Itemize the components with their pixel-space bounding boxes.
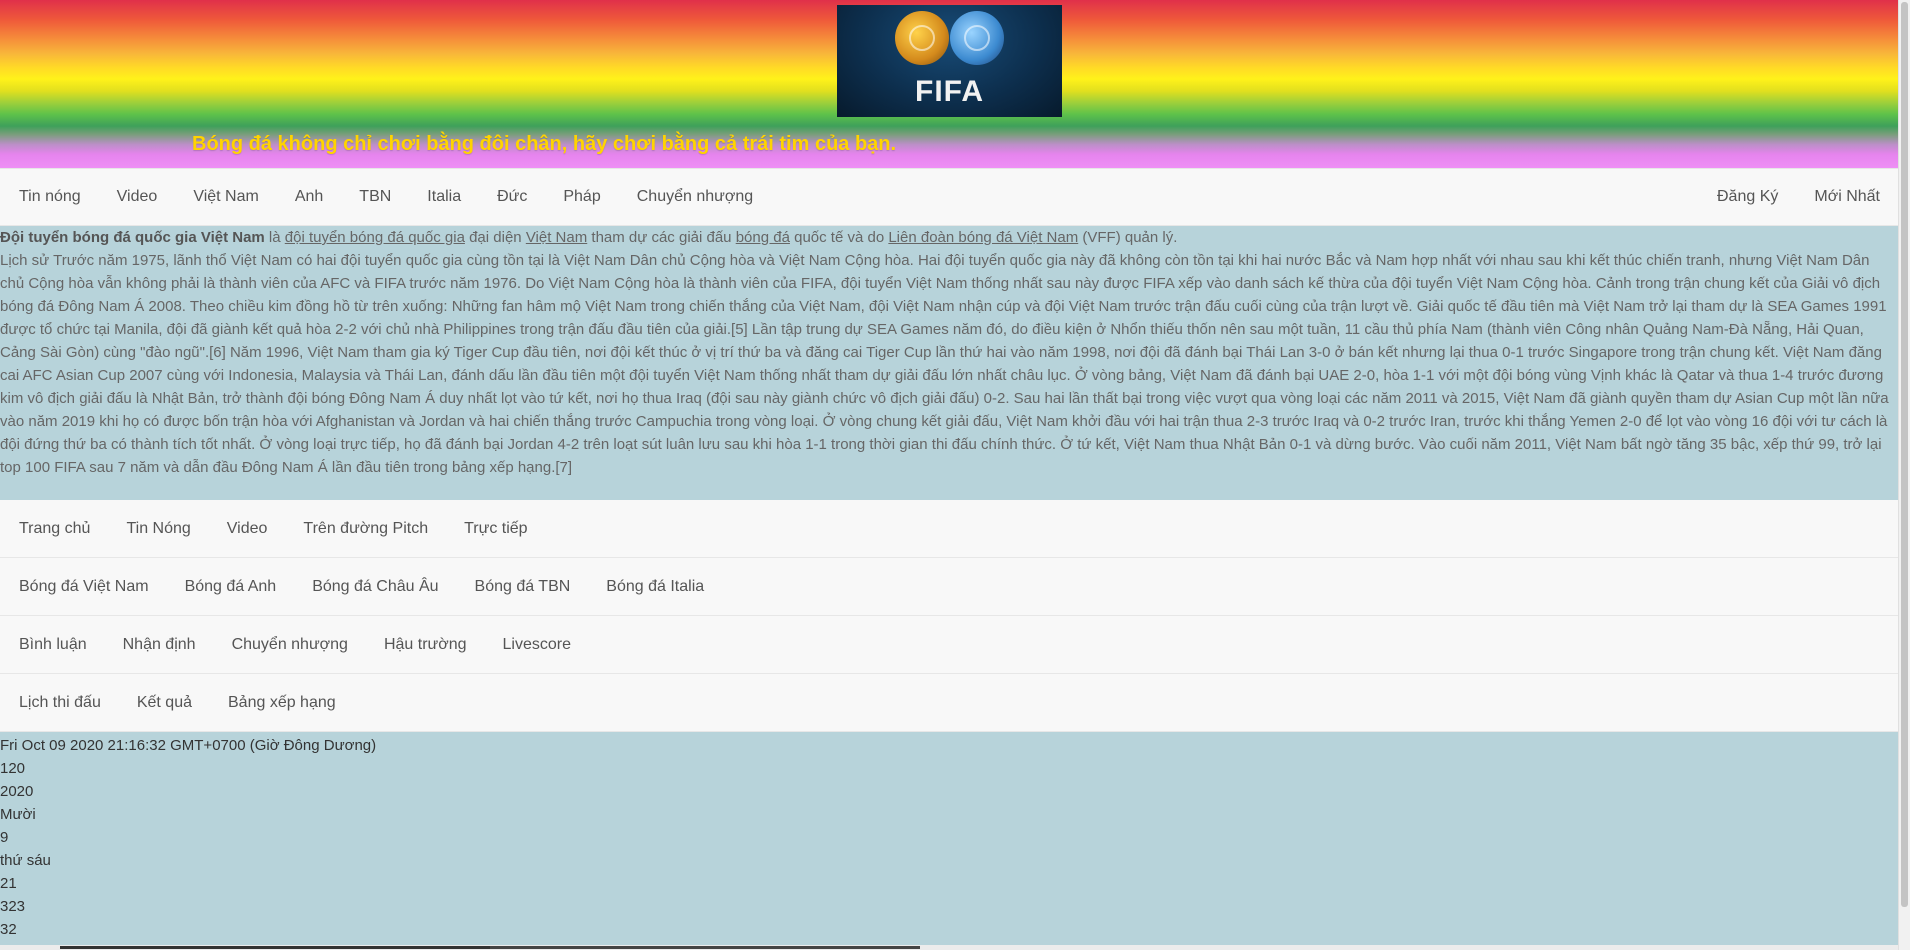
menu-list: Trang chủ Tin Nóng Video Trên đường Pitc… <box>0 520 546 538</box>
menu-list: Bóng đá Việt Nam Bóng đá Anh Bóng đá Châ… <box>0 578 722 596</box>
link-bong-da[interactable]: bóng đá <box>736 229 790 246</box>
menu-row-3: Bình luận Nhận định Chuyển nhượng Hậu tr… <box>0 616 1898 674</box>
nav-left: Tin nóng Video Việt Nam Anh TBN Italia Đ… <box>0 169 771 225</box>
output-line: Mười <box>0 806 36 823</box>
output-line: 2020 <box>0 783 34 800</box>
article-body: Lịch sử Trước năm 1975, lãnh thổ Việt Na… <box>0 252 1889 476</box>
nav-item-duc[interactable]: Đức <box>479 169 545 225</box>
nav-item-italia[interactable]: Italia <box>409 169 479 225</box>
menu-item-chuyen-nhuong[interactable]: Chuyển nhượng <box>214 636 366 654</box>
article-section: Đội tuyển bóng đá quốc gia Việt Nam là đ… <box>0 226 1898 500</box>
menu-row-4: Lịch thi đấu Kết quả Bảng xếp hạng <box>0 674 1898 732</box>
menu-item-trang-chu[interactable]: Trang chủ <box>0 520 108 538</box>
link-viet-nam[interactable]: Việt Nam <box>526 229 587 246</box>
lead-text: quốc tế và do <box>789 229 889 246</box>
output-line: 323 <box>0 898 26 915</box>
output-line: Fri Oct 09 2020 21:16:32 GMT+0700 (Giờ Đ… <box>0 737 377 754</box>
nav-item-phap[interactable]: Pháp <box>545 169 618 225</box>
menu-item-bong-da-anh[interactable]: Bóng đá Anh <box>167 578 295 596</box>
nav-item-viet-nam[interactable]: Việt Nam <box>175 169 277 225</box>
nav-item-tbn[interactable]: TBN <box>341 169 409 225</box>
menu-item-bong-da-chau-au[interactable]: Bóng đá Châu Âu <box>294 578 456 596</box>
article-lead: Đội tuyển bóng đá quốc gia Việt Nam là đ… <box>0 226 1896 249</box>
script-output: Fri Oct 09 2020 21:16:32 GMT+0700 (Giờ Đ… <box>0 732 1898 950</box>
nav-right: Đăng Ký Mới Nhất <box>1699 169 1898 225</box>
lead-text: tham dự các giải đấu <box>587 229 736 246</box>
lead-text: đại diện <box>464 229 526 246</box>
menu-item-truc-tiep[interactable]: Trực tiếp <box>446 520 545 538</box>
nav-item-anh[interactable]: Anh <box>277 169 341 225</box>
menu-item-ket-qua[interactable]: Kết quả <box>119 694 210 712</box>
horizontal-scrollbar[interactable] <box>0 945 1898 950</box>
menu-list: Bình luận Nhận định Chuyển nhượng Hậu tr… <box>0 636 589 654</box>
nav-item-tin-nong[interactable]: Tin nóng <box>0 169 99 225</box>
vertical-scrollbar[interactable] <box>1898 0 1910 950</box>
lead-text: là <box>264 229 285 246</box>
logo-text: FIFA <box>915 75 984 108</box>
menu-item-binh-luan[interactable]: Bình luận <box>0 636 105 654</box>
menu-item-livescore[interactable]: Livescore <box>485 636 589 654</box>
menu-item-tin-nong[interactable]: Tin Nóng <box>108 520 208 538</box>
nav-item-video[interactable]: Video <box>99 169 176 225</box>
menu-row-1: Trang chủ Tin Nóng Video Trên đường Pitc… <box>0 500 1898 558</box>
menu-item-video[interactable]: Video <box>209 520 286 538</box>
nav-item-dang-ky[interactable]: Đăng Ký <box>1699 169 1796 225</box>
menu-row-2: Bóng đá Việt Nam Bóng đá Anh Bóng đá Châ… <box>0 558 1898 616</box>
menu-item-nhan-dinh[interactable]: Nhận định <box>105 636 214 654</box>
soccer-ball-icon <box>950 11 1004 65</box>
scrollbar-segment <box>60 946 490 949</box>
top-navbar: Tin nóng Video Việt Nam Anh TBN Italia Đ… <box>0 168 1898 226</box>
menu-list: Lịch thi đấu Kết quả Bảng xếp hạng <box>0 694 354 712</box>
header-banner: FIFA Bóng đá không chỉ chơi bằng đôi châ… <box>0 0 1898 168</box>
menu-item-bang-xep-hang[interactable]: Bảng xếp hạng <box>210 694 354 712</box>
article-lead-title: Đội tuyển bóng đá quốc gia Việt Nam <box>0 229 265 246</box>
output-line: thứ sáu <box>0 852 51 869</box>
nav-item-chuyen-nhuong[interactable]: Chuyển nhượng <box>619 169 771 225</box>
output-line: 21 <box>0 875 17 892</box>
link-vff[interactable]: Liên đoàn bóng đá Việt Nam <box>888 229 1078 246</box>
menu-item-lich-thi-dau[interactable]: Lịch thi đấu <box>0 694 119 712</box>
lead-text: (VFF) quản lý. <box>1078 229 1178 246</box>
menu-item-hau-truong[interactable]: Hậu trường <box>366 636 485 654</box>
output-line: 120 <box>0 760 26 777</box>
fifa-logo[interactable]: FIFA <box>837 5 1062 117</box>
scrollbar-thumb[interactable] <box>1901 2 1908 907</box>
scrollbar-segment <box>490 946 920 949</box>
output-line: 32 <box>0 921 17 938</box>
menu-item-bong-da-tbn[interactable]: Bóng đá TBN <box>457 578 589 596</box>
soccer-ball-icon <box>895 11 949 65</box>
menu-item-bong-da-italia[interactable]: Bóng đá Italia <box>588 578 722 596</box>
page: FIFA Bóng đá không chỉ chơi bằng đôi châ… <box>0 0 1898 950</box>
nav-item-moi-nhat[interactable]: Mới Nhất <box>1796 169 1898 225</box>
menu-item-tren-duong-pitch[interactable]: Trên đường Pitch <box>285 520 446 538</box>
slogan: Bóng đá không chỉ chơi bằng đôi chân, hã… <box>192 133 897 155</box>
menu-item-bong-da-viet-nam[interactable]: Bóng đá Việt Nam <box>0 578 167 596</box>
link-doi-tuyen[interactable]: đội tuyển bóng đá quốc gia <box>285 229 465 246</box>
output-line: 9 <box>0 829 9 846</box>
